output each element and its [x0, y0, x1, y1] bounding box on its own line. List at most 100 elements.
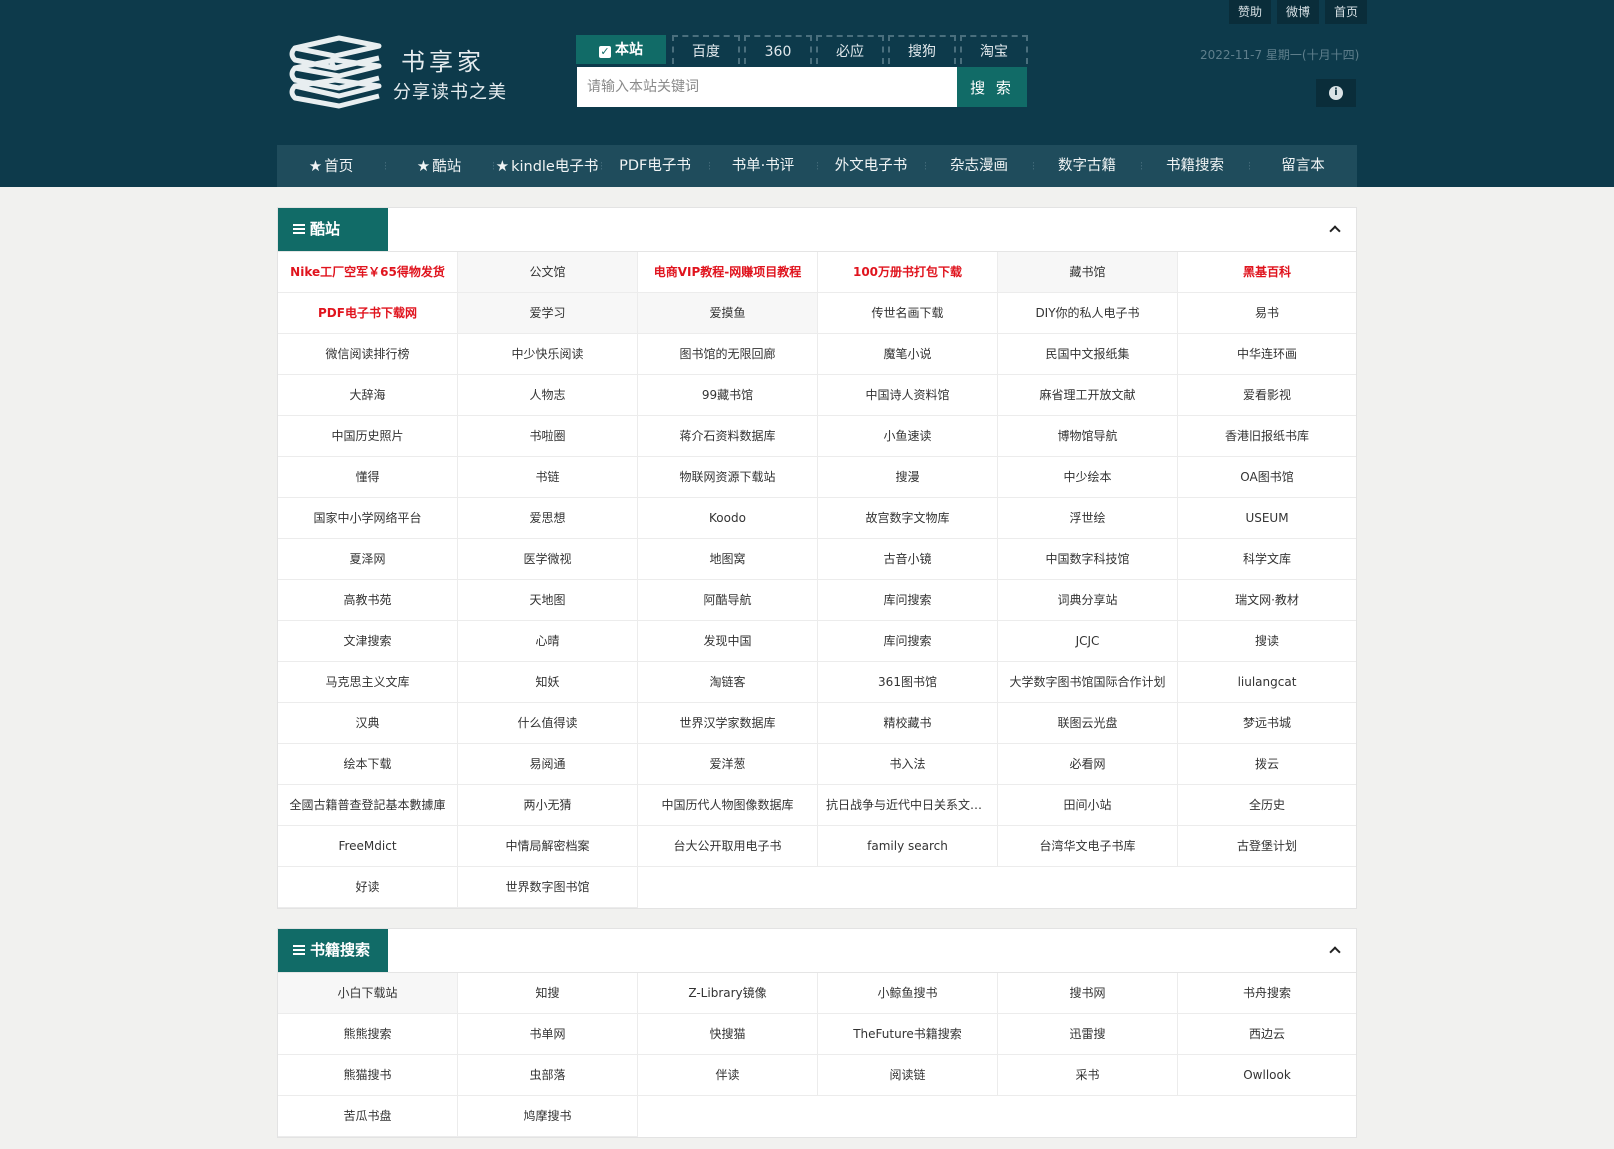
site-link[interactable]: 西边云	[1178, 1014, 1356, 1055]
site-link[interactable]: 熊熊搜索	[278, 1014, 458, 1055]
site-link[interactable]: PDF电子书下载网	[278, 293, 458, 334]
site-link[interactable]: 爱思想	[458, 498, 638, 539]
site-link[interactable]: 中少绘本	[998, 457, 1178, 498]
site-link[interactable]: 汉典	[278, 703, 458, 744]
site-link[interactable]: 熊猫搜书	[278, 1055, 458, 1096]
top-link-weibo[interactable]: 微博	[1277, 0, 1320, 24]
site-link[interactable]: TheFuture书籍搜索	[818, 1014, 998, 1055]
site-link[interactable]: OA图书馆	[1178, 457, 1356, 498]
site-link[interactable]: 民国中文报纸集	[998, 334, 1178, 375]
site-link[interactable]: 伴读	[638, 1055, 818, 1096]
nav-item[interactable]: ★酷站	[385, 145, 493, 187]
site-link[interactable]: 地图窝	[638, 539, 818, 580]
site-link[interactable]: 知妖	[458, 662, 638, 703]
site-link[interactable]: 梦远书城	[1178, 703, 1356, 744]
nav-item[interactable]: 留言本	[1249, 145, 1357, 187]
engine-tab-sogou[interactable]: 搜狗	[888, 35, 956, 64]
site-link[interactable]: 古音小镜	[818, 539, 998, 580]
chevron-up-icon[interactable]	[1328, 222, 1342, 236]
site-link[interactable]: 公文馆	[458, 252, 638, 293]
site-link[interactable]: 100万册书打包下载	[818, 252, 998, 293]
site-link[interactable]: 大辞海	[278, 375, 458, 416]
site-link[interactable]: USEUM	[1178, 498, 1356, 539]
site-link[interactable]: 搜读	[1178, 621, 1356, 662]
site-link[interactable]: 好读	[278, 867, 458, 908]
site-link[interactable]: 鸠摩搜书	[458, 1096, 638, 1137]
site-link[interactable]: 361图书馆	[818, 662, 998, 703]
site-link[interactable]: 麻省理工开放文献	[998, 375, 1178, 416]
site-link[interactable]: 苦瓜书盘	[278, 1096, 458, 1137]
site-link[interactable]: 魔笔小说	[818, 334, 998, 375]
site-link[interactable]: 中国诗人资料馆	[818, 375, 998, 416]
site-link[interactable]: Koodo	[638, 498, 818, 539]
site-link[interactable]: 99藏书馆	[638, 375, 818, 416]
site-logo[interactable]: 书享家 分享读书之美	[287, 34, 507, 110]
site-link[interactable]: 书单网	[458, 1014, 638, 1055]
site-link[interactable]: JCJC	[998, 621, 1178, 662]
site-link[interactable]: 中情局解密档案	[458, 826, 638, 867]
engine-tab-360[interactable]: 360	[744, 35, 812, 64]
site-link[interactable]: 库问搜索	[818, 621, 998, 662]
site-link[interactable]: 抗日战争与近代中日关系文献数据平台	[818, 785, 998, 826]
site-link[interactable]: 爱摸鱼	[638, 293, 818, 334]
site-link[interactable]: liulangcat	[1178, 662, 1356, 703]
top-link-sponsor[interactable]: 赞助	[1229, 0, 1272, 24]
engine-tab-baidu[interactable]: 百度	[672, 35, 740, 64]
search-button[interactable]: 搜 索	[957, 67, 1027, 107]
site-link[interactable]: 爱学习	[458, 293, 638, 334]
site-link[interactable]: 阿酷导航	[638, 580, 818, 621]
site-link[interactable]: 迅雷搜	[998, 1014, 1178, 1055]
site-link[interactable]: 书链	[458, 457, 638, 498]
site-link[interactable]: 快搜猫	[638, 1014, 818, 1055]
site-link[interactable]: 中国数字科技馆	[998, 539, 1178, 580]
site-link[interactable]: DIY你的私人电子书	[998, 293, 1178, 334]
site-link[interactable]: 物联网资源下载站	[638, 457, 818, 498]
site-link[interactable]: 拨云	[1178, 744, 1356, 785]
site-link[interactable]: 黑基百科	[1178, 252, 1356, 293]
site-link[interactable]: 文津搜索	[278, 621, 458, 662]
site-link[interactable]: 书舟搜索	[1178, 973, 1356, 1014]
chevron-up-icon[interactable]	[1328, 943, 1342, 957]
site-link[interactable]: 小白下载站	[278, 973, 458, 1014]
nav-item[interactable]: 外文电子书	[817, 145, 925, 187]
site-link[interactable]: 世界数字图书馆	[458, 867, 638, 908]
site-link[interactable]: 电商VIP教程-网赚项目教程	[638, 252, 818, 293]
nav-item[interactable]: 杂志漫画	[925, 145, 1033, 187]
site-link[interactable]: 小鲸鱼搜书	[818, 973, 998, 1014]
site-link[interactable]: 瑞文网·教材	[1178, 580, 1356, 621]
site-link[interactable]: 故宫数字文物库	[818, 498, 998, 539]
info-button[interactable]: i	[1316, 79, 1356, 107]
top-link-home[interactable]: 首页	[1325, 0, 1368, 24]
site-link[interactable]: 藏书馆	[998, 252, 1178, 293]
site-link[interactable]: FreeMdict	[278, 826, 458, 867]
site-link[interactable]: Owllook	[1178, 1055, 1356, 1096]
site-link[interactable]: 知搜	[458, 973, 638, 1014]
site-link[interactable]: 传世名画下载	[818, 293, 998, 334]
site-link[interactable]: 蒋介石资料数据库	[638, 416, 818, 457]
site-link[interactable]: 爱看影视	[1178, 375, 1356, 416]
site-link[interactable]: 易书	[1178, 293, 1356, 334]
site-link[interactable]: 世界汉学家数据库	[638, 703, 818, 744]
site-link[interactable]: 搜书网	[998, 973, 1178, 1014]
site-link[interactable]: 高教书苑	[278, 580, 458, 621]
site-link[interactable]: 香港旧报纸书库	[1178, 416, 1356, 457]
engine-tab-site[interactable]: ✓ 本站	[576, 35, 666, 64]
site-link[interactable]: 精校藏书	[818, 703, 998, 744]
site-link[interactable]: 医学微视	[458, 539, 638, 580]
site-link[interactable]: 夏泽网	[278, 539, 458, 580]
nav-item[interactable]: ★ 首页	[277, 145, 385, 187]
site-link[interactable]: 台大公开取用电子书	[638, 826, 818, 867]
site-link[interactable]: 中国历代人物图像数据库	[638, 785, 818, 826]
nav-item[interactable]: ★kindle电子书	[493, 145, 601, 187]
site-link[interactable]: 博物馆导航	[998, 416, 1178, 457]
site-link[interactable]: 浮世绘	[998, 498, 1178, 539]
site-link[interactable]: family search	[818, 826, 998, 867]
site-link[interactable]: 词典分享站	[998, 580, 1178, 621]
site-link[interactable]: 台湾华文电子书库	[998, 826, 1178, 867]
site-link[interactable]: 微信阅读排行榜	[278, 334, 458, 375]
site-link[interactable]: 科学文库	[1178, 539, 1356, 580]
site-link[interactable]: 天地图	[458, 580, 638, 621]
site-link[interactable]: 联图云光盘	[998, 703, 1178, 744]
site-link[interactable]: 懂得	[278, 457, 458, 498]
nav-item[interactable]: 书籍搜索	[1141, 145, 1249, 187]
